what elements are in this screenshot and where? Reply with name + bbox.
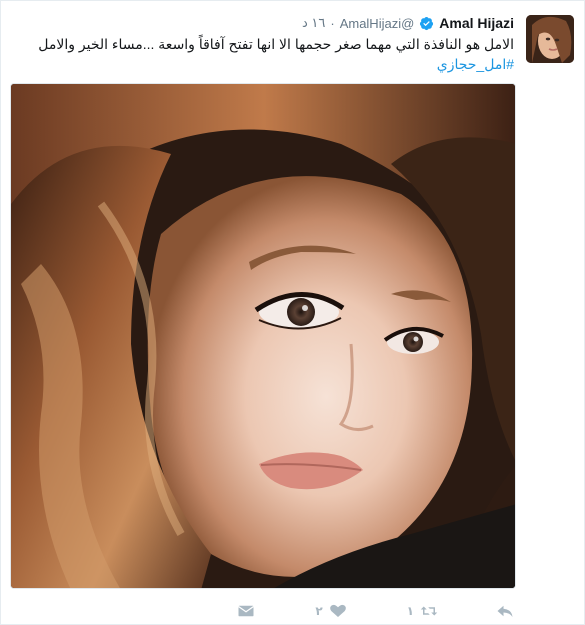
- separator-dot: ·: [330, 15, 335, 31]
- avatar-image: [526, 15, 574, 63]
- tweet-actions: ١ ٢: [237, 601, 514, 621]
- author-avatar[interactable]: [526, 15, 574, 63]
- tweet-body: الامل هو النافذة التي مهما صغر حجمها الا…: [38, 36, 514, 52]
- author-full-name[interactable]: Amal Hijazi: [439, 15, 514, 31]
- reply-icon: [497, 605, 513, 617]
- like-button[interactable]: ٢: [315, 603, 346, 619]
- envelope-icon: [238, 605, 255, 617]
- tweet-header: Amal Hijazi @AmalHijazi · ١٦ د: [302, 15, 514, 31]
- reply-button[interactable]: [496, 603, 514, 619]
- tweet-text: الامل هو النافذة التي مهما صغر حجمها الا…: [14, 34, 514, 74]
- direct-message-button[interactable]: [237, 603, 255, 619]
- verified-badge-icon: [420, 16, 434, 30]
- heart-icon: [329, 604, 346, 617]
- tweet-timestamp[interactable]: ١٦ د: [302, 15, 325, 31]
- tweet-photo[interactable]: [10, 83, 516, 589]
- hashtag-link[interactable]: #امل_حجازي: [14, 54, 514, 74]
- retweet-count: ١: [406, 604, 414, 618]
- like-count: ٢: [315, 604, 323, 618]
- portrait-photo: [11, 84, 515, 588]
- retweet-icon: [420, 606, 438, 616]
- tweet-card[interactable]: Amal Hijazi @AmalHijazi · ١٦ د الامل هو …: [0, 0, 585, 625]
- retweet-button[interactable]: ١: [407, 603, 438, 619]
- author-handle[interactable]: @AmalHijazi: [340, 16, 415, 31]
